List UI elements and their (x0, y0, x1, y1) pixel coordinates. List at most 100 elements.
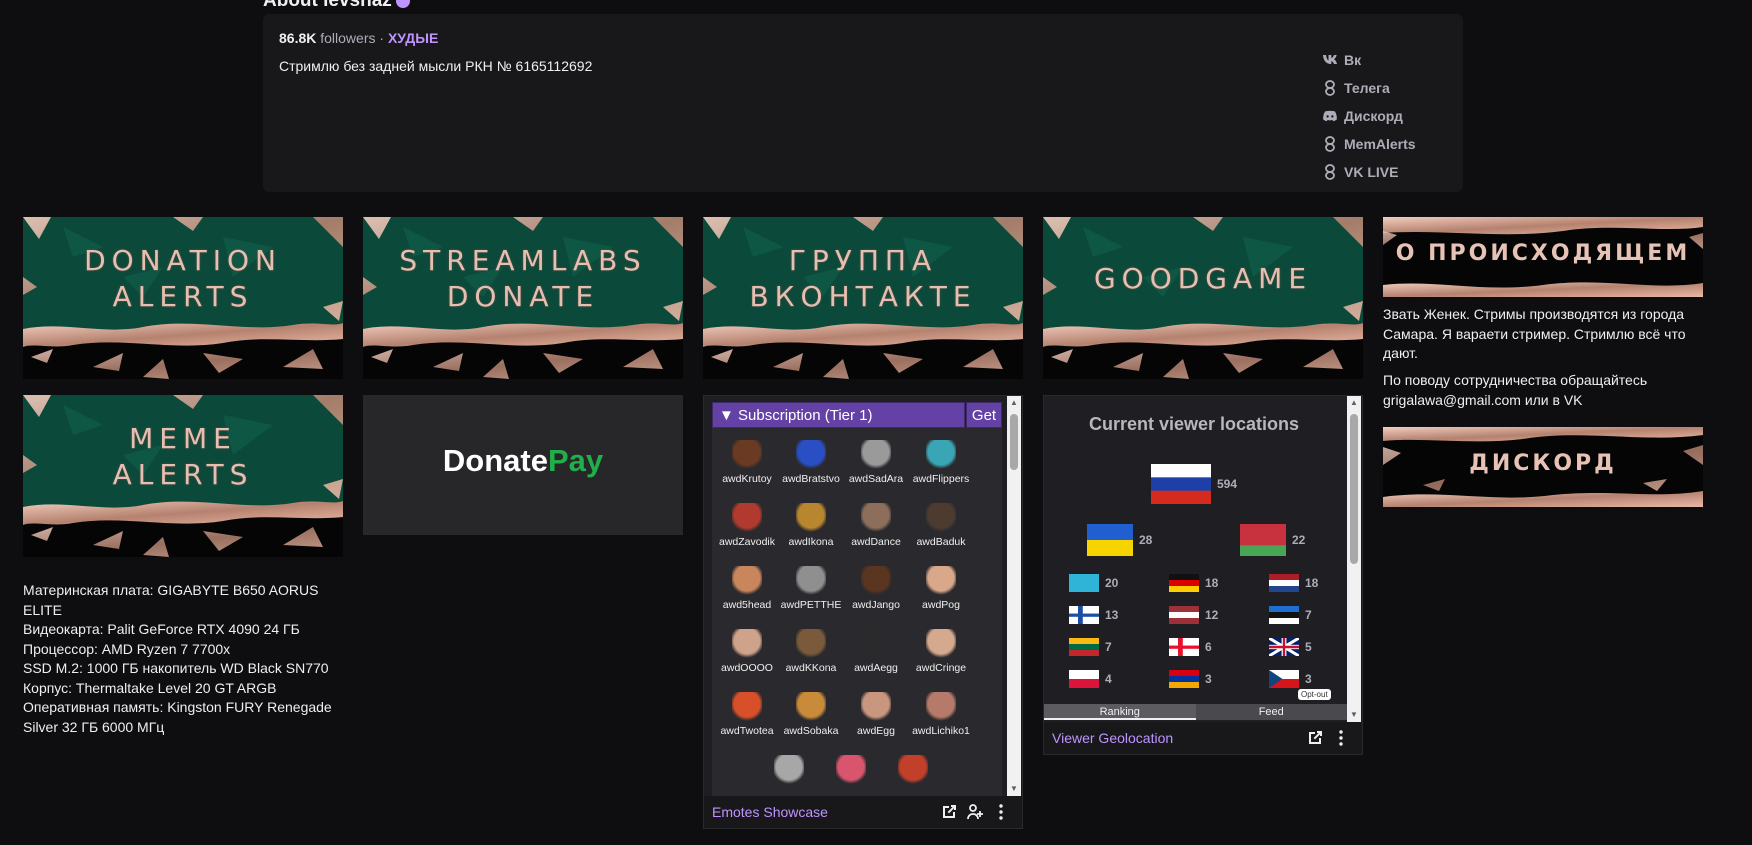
extension-name-link[interactable]: Emotes Showcase (712, 804, 828, 820)
banner-label: ALERTS (112, 280, 254, 313)
emote-item[interactable]: awdZavodik (714, 503, 780, 548)
emote-image (732, 566, 762, 596)
opt-out-button[interactable]: Opt-out (1298, 689, 1331, 700)
subscription-tier-header[interactable]: ▼ Subscription (Tier 1) (712, 402, 965, 428)
viewer-count: 6 (1205, 640, 1212, 654)
geo-viewport: Current viewer locations 594 28 22 20 18 18 13… (1044, 396, 1347, 722)
flag-icon (1268, 636, 1300, 658)
extension-name-link[interactable]: Viewer Geolocation (1052, 730, 1173, 746)
emote-name: awdBaduk (916, 536, 966, 548)
popout-icon[interactable] (936, 799, 962, 825)
social-link-discord[interactable]: Дискорд (1322, 102, 1416, 130)
viewer-count: 3 (1305, 672, 1312, 686)
viewer-count: 7 (1105, 640, 1112, 654)
popout-icon[interactable] (1302, 725, 1328, 751)
flag-icon (1169, 606, 1199, 625)
emote-name: awdBratstvo (782, 473, 840, 485)
country-flag: 20 (1069, 574, 1118, 593)
spec-line: Корпус: Thermaltake Level 20 GT ARGB (23, 679, 277, 696)
emote-item[interactable]: awdAegg (843, 629, 909, 674)
scroll-up-arrow-icon[interactable]: ▲ (1350, 398, 1358, 407)
scroll-thumb[interactable] (1010, 414, 1018, 470)
flag-icon (1169, 638, 1199, 656)
more-options-icon[interactable] (1328, 725, 1354, 751)
emote-image (861, 692, 891, 722)
banner-label: DONATE (446, 280, 600, 313)
emote-item[interactable] (756, 755, 822, 788)
emotes-scrollbar[interactable]: ▲ ▼ (1007, 396, 1021, 796)
emote-item[interactable]: awdBratstvo (778, 440, 844, 485)
country-flag: 22 (1240, 524, 1305, 557)
panel-meme-alerts[interactable]: MEME ALERTS (23, 395, 343, 557)
viewer-count: 22 (1292, 533, 1306, 547)
banner-label: MEME (129, 422, 237, 455)
emote-item[interactable]: awdSobaka (778, 692, 844, 737)
country-flag: 7 (1069, 638, 1112, 657)
scroll-up-arrow-icon[interactable]: ▲ (1010, 398, 1018, 407)
panel-streamlabs[interactable]: STREAMLABS DONATE (363, 217, 683, 379)
about-text: Звать Женек. Стримы производятся из горо… (1383, 306, 1686, 361)
emote-item[interactable]: awdCringe (908, 629, 974, 674)
emote-image (861, 629, 891, 659)
emote-item[interactable]: awdJango (843, 566, 909, 611)
about-title: About levshaz (263, 0, 410, 12)
tab-feed[interactable]: Feed (1196, 704, 1348, 720)
social-link-vk[interactable]: Вк (1322, 46, 1416, 74)
emote-image (898, 755, 928, 785)
flag-icon (1069, 606, 1099, 624)
link-icon (1322, 164, 1338, 180)
emote-item[interactable]: awdPog (908, 566, 974, 611)
country-flag: 6 (1169, 638, 1212, 656)
social-link-memalerts[interactable]: MemAlerts (1322, 130, 1416, 158)
tab-ranking[interactable]: Ranking (1044, 704, 1196, 720)
pc-specs: Материнская плата: GIGABYTE B650 AORUS E… (23, 581, 343, 737)
panel-goodgame[interactable]: GOODGAME (1043, 217, 1363, 379)
emote-name: awdDance (851, 536, 901, 548)
country-flag: 28 (1087, 524, 1152, 557)
emote-item[interactable]: awdIkona (778, 503, 844, 548)
social-link-vk-live[interactable]: VK LIVE (1322, 158, 1416, 186)
emote-item[interactable]: awdTwotea (714, 692, 780, 737)
emote-item[interactable]: awdFlippers (908, 440, 974, 485)
social-link-telegram[interactable]: Телега (1322, 74, 1416, 102)
scroll-down-arrow-icon[interactable]: ▼ (1350, 710, 1358, 719)
flag-icon (1169, 670, 1199, 689)
emote-image (926, 629, 956, 659)
more-options-icon[interactable] (988, 799, 1014, 825)
emote-item[interactable]: awdSadAra (843, 440, 909, 485)
emote-name: awdOOOO (721, 662, 773, 674)
scroll-thumb[interactable] (1350, 414, 1358, 564)
emote-item[interactable]: awdEgg (843, 692, 909, 737)
scroll-down-arrow-icon[interactable]: ▼ (1010, 784, 1018, 793)
viewer-count: 12 (1205, 608, 1219, 622)
emote-item[interactable]: awdPETTHE (778, 566, 844, 611)
team-link[interactable]: ХУДЫЕ (388, 30, 438, 46)
emote-item[interactable]: awdBaduk (908, 503, 974, 548)
emote-item[interactable] (880, 755, 946, 788)
panel-about-banner: О ПРОИСХОДЯЩЕМ (1383, 217, 1703, 297)
country-flag: 7 (1269, 606, 1312, 625)
get-button[interactable]: Get (966, 402, 1002, 428)
emote-name: awdKrutoy (722, 473, 772, 485)
emote-item[interactable] (818, 755, 884, 788)
emote-image (732, 629, 762, 659)
panel-donatepay[interactable]: DonatePay (363, 395, 683, 535)
geo-tabs: Ranking Feed (1044, 704, 1347, 720)
panel-vk-group[interactable]: ГРУППА ВКОНТАКТЕ (703, 217, 1023, 379)
emote-item[interactable]: awd5head (714, 566, 780, 611)
panel-discord-banner[interactable]: ДИСКОРД (1383, 427, 1703, 507)
emote-item[interactable]: awdKrutoy (714, 440, 780, 485)
emote-item[interactable]: awdKKona (778, 629, 844, 674)
emote-item[interactable]: awdDance (843, 503, 909, 548)
emote-name: awdPog (922, 599, 960, 611)
emote-name: awd5head (722, 599, 772, 611)
panel-donation-alerts[interactable]: DONATION ALERTS (23, 217, 343, 379)
follow-user-icon[interactable] (962, 799, 988, 825)
emote-name: awdSadAra (848, 473, 904, 485)
geo-scrollbar[interactable]: ▲ ▼ (1347, 396, 1361, 722)
emote-item[interactable]: awdLichiko1 (908, 692, 974, 737)
emote-item[interactable]: awdOOOO (714, 629, 780, 674)
viewer-count: 7 (1305, 608, 1312, 622)
emotes-footer: Emotes Showcase (704, 796, 1022, 828)
viewer-count: 5 (1305, 640, 1312, 654)
